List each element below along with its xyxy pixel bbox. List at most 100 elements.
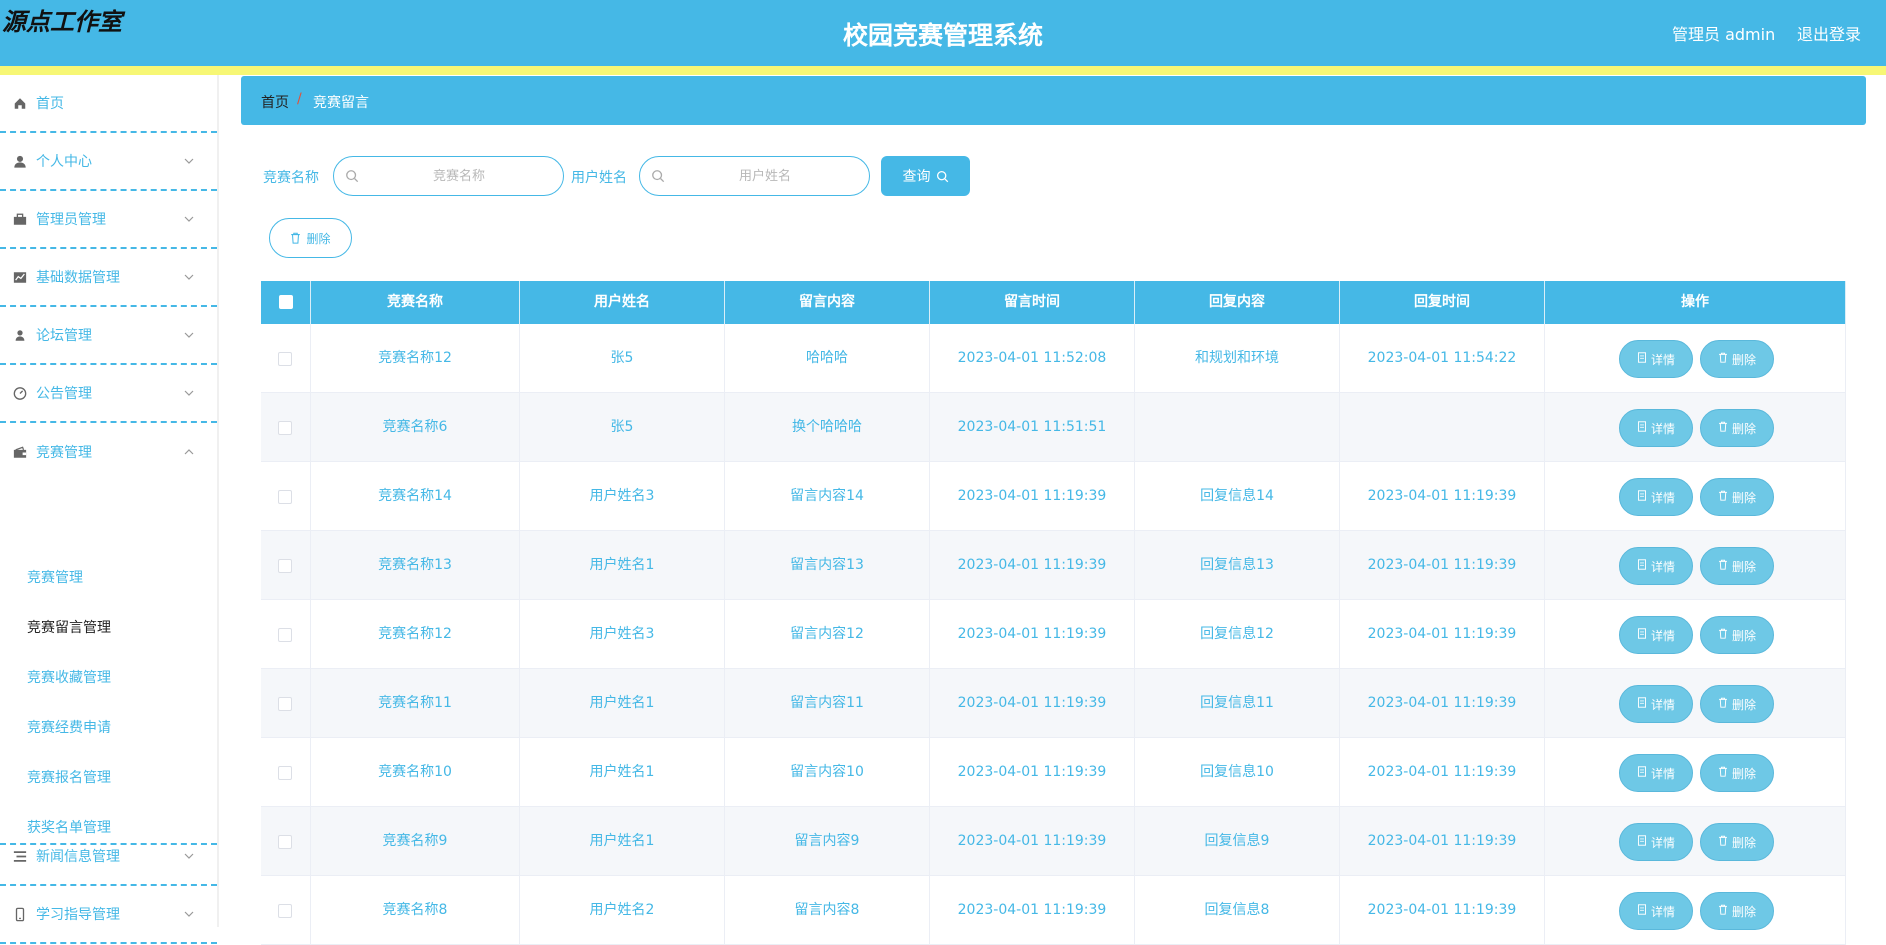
row-checkbox[interactable]	[278, 490, 292, 504]
header-accent-stripe	[0, 66, 1886, 75]
document-icon	[1637, 835, 1647, 849]
detail-button[interactable]: 详情	[1619, 754, 1693, 792]
row-select-cell	[261, 876, 311, 945]
competition-name-label: 竞赛名称	[263, 170, 319, 186]
submenu-item-1[interactable]: 竞赛管理	[27, 567, 83, 587]
actions-cell: 详情 删除	[1545, 393, 1846, 462]
sidebar-item-10[interactable]: 学习指导管理	[0, 886, 217, 944]
delete-button[interactable]: 删除	[1700, 892, 1774, 930]
table-row: 竞赛名称12 张5 哈哈哈 2023-04-01 11:52:08 和规划和环境 2023…	[261, 324, 1846, 393]
app-title: 校园竞赛管理系统	[842, 21, 1043, 50]
detail-button[interactable]: 详情	[1619, 616, 1693, 654]
select-all-checkbox[interactable]	[279, 295, 293, 309]
table-cell: 竞赛名称12	[311, 600, 520, 669]
submenu-item-2[interactable]: 竞赛留言管理	[27, 617, 111, 637]
row-checkbox[interactable]	[278, 559, 292, 573]
table-cell: 2023-04-01 11:52:08	[930, 324, 1135, 393]
table-cell: 用户姓名2	[520, 876, 725, 945]
sidebar-item-2[interactable]: 个人中心	[0, 133, 217, 191]
trash-icon	[1718, 352, 1728, 366]
detail-button[interactable]: 详情	[1619, 547, 1693, 585]
briefcase-icon	[12, 212, 27, 227]
document-icon	[1637, 904, 1647, 918]
search-icon	[652, 170, 665, 183]
submenu-item-6[interactable]: 获奖名单管理	[27, 817, 111, 837]
delete-button[interactable]: 删除	[1700, 409, 1774, 447]
table-cell	[1340, 393, 1545, 462]
chevron-down-icon	[183, 155, 195, 167]
sidebar-item-label: 新闻信息管理	[36, 849, 120, 865]
sidebar-item-4[interactable]: 基础数据管理	[0, 249, 217, 307]
row-checkbox[interactable]	[278, 904, 292, 918]
actions-cell: 详情 删除	[1545, 669, 1846, 738]
column-header: 留言时间	[930, 281, 1135, 324]
table-cell: 2023-04-01 11:51:51	[930, 393, 1135, 462]
delete-button[interactable]: 删除	[1700, 685, 1774, 723]
row-select-cell	[261, 669, 311, 738]
table-cell: 用户姓名1	[520, 807, 725, 876]
detail-button-label: 详情	[1650, 835, 1675, 850]
select-all-cell	[261, 281, 311, 324]
sidebar-item-6[interactable]: 公告管理	[0, 365, 217, 423]
document-icon	[1637, 559, 1647, 573]
table-cell: 张5	[520, 324, 725, 393]
row-checkbox[interactable]	[278, 352, 292, 366]
row-checkbox[interactable]	[278, 697, 292, 711]
submenu-item-4[interactable]: 竞赛经费申请	[27, 717, 111, 737]
column-header: 回复时间	[1340, 281, 1545, 324]
query-button[interactable]: 查询	[881, 156, 970, 196]
detail-button[interactable]: 详情	[1619, 409, 1693, 447]
batch-delete-button[interactable]: 删除	[269, 218, 352, 258]
sidebar-item-label: 竞赛管理	[36, 445, 92, 461]
row-checkbox[interactable]	[278, 835, 292, 849]
person-icon	[12, 328, 27, 343]
logout-link[interactable]: 退出登录	[1797, 21, 1861, 45]
row-checkbox[interactable]	[278, 421, 292, 435]
row-checkbox[interactable]	[278, 628, 292, 642]
user-name-field[interactable]	[639, 156, 870, 196]
table-cell: 竞赛名称10	[311, 738, 520, 807]
actions-cell: 详情 删除	[1545, 531, 1846, 600]
breadcrumb-home[interactable]: 首页	[261, 92, 289, 112]
delete-button[interactable]: 删除	[1700, 547, 1774, 585]
sidebar-item-label: 学习指导管理	[36, 907, 120, 923]
user-name-input[interactable]	[670, 157, 860, 195]
detail-button[interactable]: 详情	[1619, 685, 1693, 723]
competition-name-input[interactable]	[364, 157, 554, 195]
table-cell: 换个哈哈哈	[725, 393, 930, 462]
delete-button[interactable]: 删除	[1700, 754, 1774, 792]
actions-cell: 详情 删除	[1545, 462, 1846, 531]
detail-button[interactable]: 详情	[1619, 823, 1693, 861]
chevron-down-icon	[183, 908, 195, 920]
delete-button[interactable]: 删除	[1700, 823, 1774, 861]
submenu-item-3[interactable]: 竞赛收藏管理	[27, 667, 111, 687]
document-icon	[1637, 628, 1647, 642]
sidebar-divider	[217, 75, 219, 927]
current-user: 管理员 admin	[1672, 25, 1776, 44]
sidebar-item-7[interactable]: 竞赛管理	[0, 423, 217, 481]
sidebar-item-5[interactable]: 论坛管理	[0, 307, 217, 365]
sidebar-item-label: 个人中心	[36, 154, 92, 170]
delete-button[interactable]: 删除	[1700, 478, 1774, 516]
table-cell: 2023-04-01 11:19:39	[930, 600, 1135, 669]
row-select-cell	[261, 324, 311, 393]
table-cell: 竞赛名称6	[311, 393, 520, 462]
table-cell: 2023-04-01 11:19:39	[930, 669, 1135, 738]
column-header: 竞赛名称	[311, 281, 520, 324]
column-header: 回复内容	[1135, 281, 1340, 324]
sidebar-item-1[interactable]: 首页	[0, 75, 217, 133]
messages-table: 竞赛名称 用户姓名 留言内容 留言时间 回复内容 回复时间 操作 竞赛名称12 张5 哈哈哈 20…	[261, 281, 1846, 945]
detail-button[interactable]: 详情	[1619, 892, 1693, 930]
sidebar-item-label: 公告管理	[36, 386, 92, 402]
trash-icon	[1718, 421, 1728, 435]
table-cell: 留言内容10	[725, 738, 930, 807]
row-checkbox[interactable]	[278, 766, 292, 780]
sidebar-item-3[interactable]: 管理员管理	[0, 191, 217, 249]
row-select-cell	[261, 807, 311, 876]
delete-button[interactable]: 删除	[1700, 340, 1774, 378]
detail-button[interactable]: 详情	[1619, 340, 1693, 378]
delete-button[interactable]: 删除	[1700, 616, 1774, 654]
submenu-item-5[interactable]: 竞赛报名管理	[27, 767, 111, 787]
detail-button[interactable]: 详情	[1619, 478, 1693, 516]
competition-name-field[interactable]	[333, 156, 564, 196]
